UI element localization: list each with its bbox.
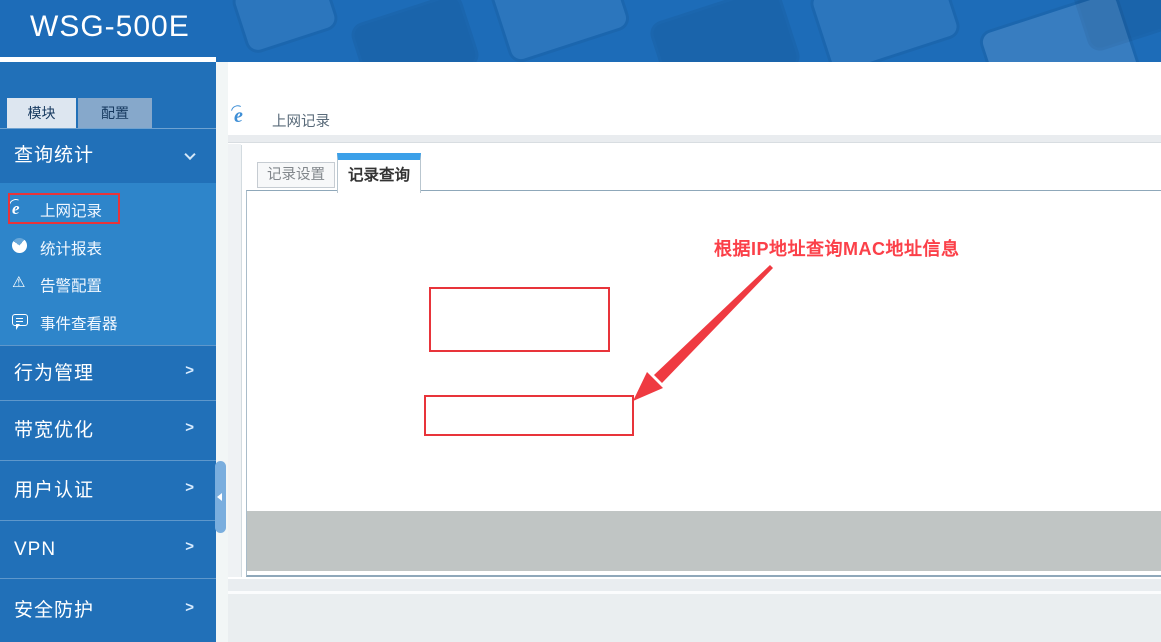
results-placeholder <box>247 511 1161 571</box>
sidebar-collapse-handle[interactable] <box>215 461 226 533</box>
chevron-right-icon: > <box>185 598 194 616</box>
tab-record-query[interactable]: 记录查询 <box>337 153 421 193</box>
app-header: WSG-500E <box>0 0 1161 62</box>
sidebar-item-stats-report[interactable]: 统计报表 <box>0 229 216 266</box>
chevron-down-icon <box>184 148 196 161</box>
warning-icon: ⚠ <box>12 272 26 291</box>
keyboard-texture <box>810 0 960 62</box>
chevron-right-icon: > <box>185 537 194 555</box>
wsg-500e-admin-page: WSG-500E 模块 配置 查询统计 e 上网记录 统计报表 ⚠ 告警配置 事… <box>0 0 1161 642</box>
chevron-right-icon: > <box>185 478 194 496</box>
sidebar-group-auth[interactable]: 用户认证 > <box>0 460 216 520</box>
ie-icon: e <box>12 198 20 218</box>
ie-icon: e <box>234 105 243 127</box>
sidebar-tab-module[interactable]: 模块 <box>7 98 76 128</box>
main-content: e 上网记录 记录设置 记录查询 统计对象: 所有 记录类型: IP-MAC记录… <box>228 62 1161 642</box>
collapse-left-icon <box>217 493 222 501</box>
keyboard-texture <box>491 0 629 62</box>
footer-strip <box>228 594 1161 642</box>
sidebar-group-behavior[interactable]: 行为管理 > <box>0 345 216 400</box>
sidebar-item-alarm-config[interactable]: ⚠ 告警配置 <box>0 266 216 303</box>
chevron-right-icon: > <box>185 418 194 436</box>
sidebar-tab-config[interactable]: 配置 <box>78 98 152 128</box>
sidebar-group-bandwidth[interactable]: 带宽优化 > <box>0 400 216 460</box>
keyboard-texture <box>650 0 800 62</box>
sidebar: 模块 配置 查询统计 e 上网记录 统计报表 ⚠ 告警配置 事件查看器 行为管理… <box>0 62 216 642</box>
panel-outer-border <box>241 145 242 577</box>
annotation-note: 根据IP地址查询MAC地址信息 <box>714 239 960 259</box>
sidebar-item-event-viewer[interactable]: 事件查看器 <box>0 304 216 341</box>
sidebar-group-label: 查询统计 <box>14 145 95 166</box>
panel-gutter <box>228 144 241 577</box>
footer-strip <box>228 579 1161 591</box>
keyboard-texture <box>351 0 479 62</box>
sidebar-group-security[interactable]: 安全防护 > <box>0 578 216 642</box>
sidebar-gap <box>216 62 228 642</box>
breadcrumb-divider <box>228 135 1161 143</box>
keyboard-texture <box>232 0 338 53</box>
speech-bubble-icon <box>12 313 34 333</box>
sidebar-submenu: e 上网记录 统计报表 ⚠ 告警配置 事件查看器 <box>0 183 216 345</box>
breadcrumb: 上网记录 <box>272 114 330 130</box>
app-title: WSG-500E <box>30 10 190 43</box>
sidebar-group-query-stats[interactable]: 查询统计 <box>0 129 216 183</box>
sidebar-item-internet-records[interactable]: e 上网记录 <box>0 191 216 228</box>
chevron-right-icon: > <box>185 361 194 379</box>
pie-chart-icon <box>8 234 34 258</box>
tab-record-settings[interactable]: 记录设置 <box>257 162 335 188</box>
sidebar-group-vpn[interactable]: VPN > <box>0 520 216 578</box>
